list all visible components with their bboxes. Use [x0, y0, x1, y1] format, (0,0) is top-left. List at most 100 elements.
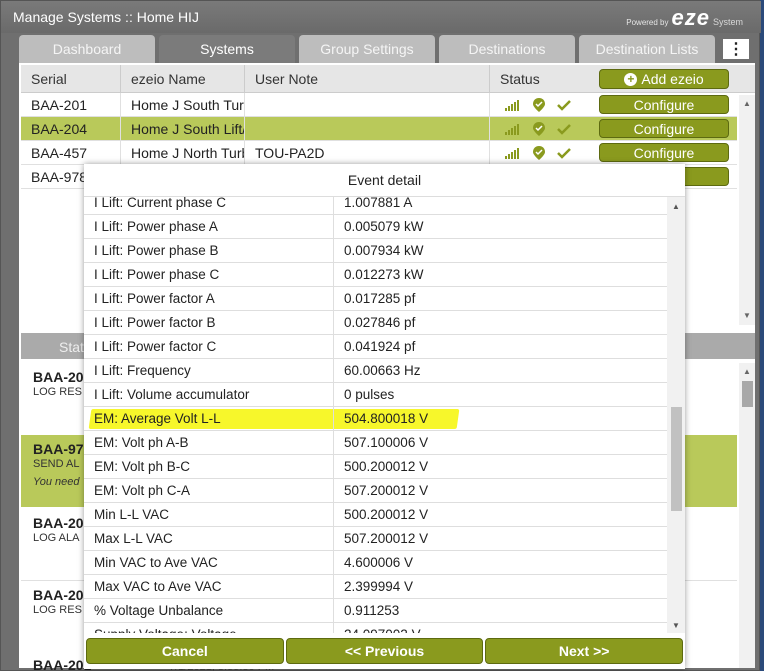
scroll-thumb[interactable]	[671, 407, 682, 511]
check-icon	[557, 124, 571, 135]
cancel-button[interactable]: Cancel	[86, 638, 284, 664]
cell-name: Home J South Turb	[121, 93, 245, 116]
event-key: Supply Voltage: Voltage	[94, 627, 237, 633]
event-key: EM: Volt ph A-B	[94, 435, 189, 450]
col-status[interactable]: Status	[490, 65, 590, 92]
event-key: % Voltage Unbalance	[94, 603, 224, 618]
title-bar: Manage Systems :: Home HIJ Powered by ez…	[1, 1, 761, 33]
signal-bars-icon	[505, 124, 519, 135]
event-value: 500.200012 V	[344, 507, 429, 522]
configure-button[interactable]: Configure	[599, 119, 729, 138]
scroll-down-icon[interactable]: ▼	[743, 311, 751, 320]
event-key: I Lift: Current phase C	[94, 197, 227, 210]
event-row: EM: Volt ph C-A 507.200012 V	[84, 479, 667, 503]
table-row[interactable]: BAA-457 Home J North Turbi TOU-PA2D Conf…	[21, 141, 737, 165]
tab-destination-lists[interactable]: Destination Lists	[579, 35, 715, 63]
scroll-up-icon[interactable]: ▲	[743, 367, 751, 376]
tab-dashboard[interactable]: Dashboard	[19, 35, 155, 63]
event-key: I Lift: Power phase B	[94, 243, 219, 258]
col-user-note[interactable]: User Note	[245, 65, 490, 92]
column-divider	[333, 479, 334, 503]
location-pin-icon	[533, 146, 545, 160]
check-icon	[557, 148, 571, 159]
configure-button[interactable]: Configure	[599, 95, 729, 114]
eze-logo: eze	[671, 5, 710, 30]
location-pin-icon	[533, 98, 545, 112]
log-scrollbar[interactable]: ▲	[739, 363, 755, 668]
column-divider	[333, 197, 334, 215]
column-divider	[333, 239, 334, 263]
cell-serial: BAA-457	[21, 141, 121, 164]
previous-button[interactable]: << Previous	[285, 638, 484, 664]
event-row: I Lift: Power factor A 0.017285 pf	[84, 287, 667, 311]
col-serial[interactable]: Serial	[21, 65, 121, 92]
event-key: I Lift: Power factor C	[94, 339, 217, 354]
event-value: 0 pulses	[344, 387, 395, 402]
event-row: I Lift: Power phase C 0.012273 kW	[84, 263, 667, 287]
dialog-buttons: Cancel << Previous Next >>	[86, 638, 684, 664]
event-row: EM: Volt ph A-B 507.100006 V	[84, 431, 667, 455]
event-row: EM: Average Volt L-L 504.800018 V	[84, 407, 667, 431]
scroll-up-icon[interactable]: ▲	[672, 202, 680, 211]
app-window: Manage Systems :: Home HIJ Powered by ez…	[0, 0, 761, 671]
event-value: 24.097002 V	[344, 627, 421, 633]
next-button[interactable]: Next >>	[485, 638, 684, 664]
column-divider	[333, 455, 334, 479]
scroll-up-icon[interactable]: ▲	[743, 99, 751, 108]
table-row[interactable]: BAA-201 Home J South Turb Configure	[21, 93, 737, 117]
log-message: LOG RES	[33, 386, 82, 398]
column-divider	[333, 287, 334, 311]
event-value: 4.600006 V	[344, 555, 414, 570]
event-key: Max L-L VAC	[94, 531, 173, 546]
event-value: 0.005079 kW	[344, 219, 424, 234]
main-tabs: Dashboard Systems Group Settings Destina…	[19, 35, 715, 63]
event-row: I Lift: Power factor C 0.041924 pf	[84, 335, 667, 359]
event-row: I Lift: Power phase B 0.007934 kW	[84, 239, 667, 263]
log-message: LOG ALA	[33, 532, 80, 544]
more-menu-icon[interactable]: ⋮	[723, 39, 749, 59]
scroll-down-icon[interactable]: ▼	[672, 621, 680, 630]
event-row: I Lift: Frequency 60.00663 Hz	[84, 359, 667, 383]
event-key: I Lift: Volume accumulator	[94, 387, 250, 402]
event-key: I Lift: Frequency	[94, 363, 191, 378]
event-row: Min L-L VAC 500.200012 V	[84, 503, 667, 527]
status-icons	[505, 146, 571, 160]
event-value: 504.800018 V	[344, 411, 429, 426]
plus-icon: +	[624, 72, 638, 86]
event-value: 0.027846 pf	[344, 315, 416, 330]
window-title: Manage Systems :: Home HIJ	[13, 9, 199, 25]
tab-destinations[interactable]: Destinations	[439, 35, 575, 63]
dialog-title: Event detail	[84, 164, 685, 197]
add-ezeio-label: Add ezeio	[641, 71, 704, 87]
event-row: Max L-L VAC 507.200012 V	[84, 527, 667, 551]
cell-note: TOU-PA2D	[245, 141, 490, 164]
event-key: Min VAC to Ave VAC	[94, 555, 218, 570]
cell-serial: BAA-204	[21, 117, 121, 140]
table-row-selected[interactable]: BAA-204 Home J South Lift/F Configure	[21, 117, 737, 141]
tab-group-settings[interactable]: Group Settings	[299, 35, 435, 63]
column-divider	[333, 335, 334, 359]
tab-status[interactable]: Stat	[59, 339, 84, 355]
log-serial: BAA-201	[33, 515, 92, 531]
configure-button[interactable]: Configure	[599, 143, 729, 162]
log-note: You need	[33, 476, 80, 488]
log-message: LOG RES	[33, 604, 82, 616]
event-value: 500.200012 V	[344, 459, 429, 474]
logo-suffix: System	[712, 17, 743, 27]
event-value: 507.100006 V	[344, 435, 429, 450]
cell-note	[245, 117, 490, 140]
tab-systems[interactable]: Systems	[159, 35, 295, 63]
cell-name: Home J South Lift/F	[121, 117, 245, 140]
add-ezeio-button[interactable]: + Add ezeio	[599, 69, 729, 89]
signal-bars-icon	[505, 148, 519, 159]
log-serial: BAA-201	[33, 369, 92, 385]
event-value: 0.007934 kW	[344, 243, 424, 258]
event-value: 0.041924 pf	[344, 339, 416, 354]
column-divider	[333, 527, 334, 551]
column-divider	[333, 263, 334, 287]
event-row: Max VAC to Ave VAC 2.399994 V	[84, 575, 667, 599]
scroll-thumb[interactable]	[742, 381, 753, 407]
event-scrollbar[interactable]: ▲ ▼	[667, 197, 685, 633]
systems-scrollbar[interactable]: ▲ ▼	[739, 95, 755, 325]
col-ezeio-name[interactable]: ezeio Name	[121, 65, 245, 92]
